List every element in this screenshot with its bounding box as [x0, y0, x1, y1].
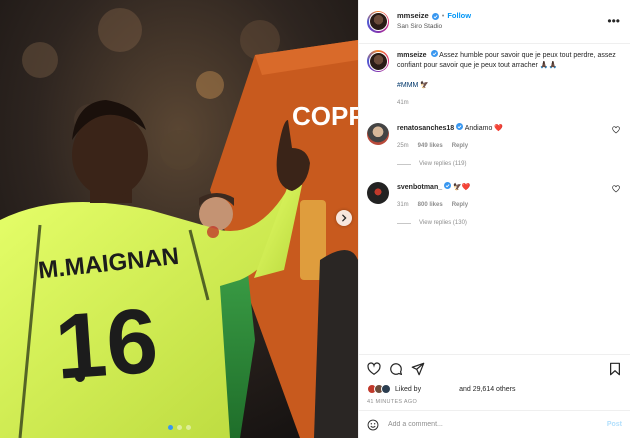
caption-avatar[interactable]	[367, 50, 389, 72]
author-avatar[interactable]	[367, 10, 389, 33]
carousel-dot	[185, 425, 191, 430]
reply-button[interactable]: Reply	[452, 141, 468, 151]
liked-by-label: Liked by	[395, 385, 422, 393]
view-replies-label: View replies (130)	[419, 220, 467, 226]
emoji-icon[interactable]	[367, 419, 379, 431]
comment-time: 31m	[397, 202, 409, 208]
comment-input[interactable]	[388, 421, 588, 428]
bookmark-icon[interactable]	[608, 362, 622, 376]
comment-likes[interactable]: 949 likes	[418, 141, 443, 151]
caption-hashtag[interactable]: #MMM 🦅	[397, 81, 619, 91]
carousel-indicator	[0, 425, 358, 430]
separator: •	[441, 11, 445, 21]
caption-username[interactable]: mmseize	[397, 52, 427, 59]
view-replies-button[interactable]: View replies (119)	[397, 161, 622, 167]
heart-icon[interactable]	[612, 126, 620, 134]
carousel-dot	[167, 425, 173, 430]
like-heart-icon[interactable]	[367, 361, 381, 376]
author-username[interactable]: mmseize	[397, 12, 429, 21]
post-panel: mmseize • Follow San Siro Stadio ••• mms…	[358, 0, 630, 438]
carousel-dot	[176, 425, 182, 430]
action-bar	[359, 354, 630, 382]
verified-badge-icon	[430, 50, 438, 57]
comment-text: 🦅❤️	[453, 184, 471, 191]
jersey-number: 16	[52, 290, 161, 399]
verified-badge-icon	[431, 13, 439, 21]
chevron-right-icon	[342, 214, 347, 222]
reply-button[interactable]: Reply	[452, 200, 468, 210]
commenter-username[interactable]: svenbotman_	[397, 184, 442, 191]
instagram-post: COPPA M.MAIGNAN 16	[0, 0, 630, 438]
view-replies-button[interactable]: View replies (130)	[397, 220, 622, 226]
commenter-username[interactable]: renatosanches18	[397, 125, 454, 132]
post-timestamp: 41 MINUTES AGO	[367, 399, 418, 405]
comment-item: renatosanches18 Andiamo ❤️ 25m 949 likes…	[367, 123, 622, 151]
post-comment-button[interactable]: Post	[607, 421, 622, 428]
comments-section: mmseize Assez humble pour savoir que je …	[359, 44, 630, 354]
follow-button[interactable]: Follow	[447, 12, 471, 21]
view-replies-label: View replies (119)	[419, 161, 467, 167]
post-location[interactable]: San Siro Stadio	[397, 23, 471, 30]
post-header: mmseize • Follow San Siro Stadio •••	[359, 0, 630, 44]
banner-text: COPPA	[292, 101, 358, 131]
post-caption: mmseize Assez humble pour savoir que je …	[367, 50, 622, 108]
heart-icon[interactable]	[612, 185, 620, 193]
liker-avatars[interactable]	[367, 384, 391, 394]
share-icon[interactable]	[411, 362, 425, 376]
commenter-avatar[interactable]	[367, 123, 389, 145]
comment-icon[interactable]	[389, 362, 403, 376]
caption-time: 41m	[397, 100, 409, 106]
next-slide-button[interactable]	[336, 210, 352, 226]
commenter-avatar[interactable]	[367, 182, 389, 204]
comment-likes[interactable]: 800 likes	[418, 200, 443, 210]
likes-count[interactable]: and 29,614 others	[459, 386, 515, 393]
post-photo[interactable]: COPPA M.MAIGNAN 16	[0, 0, 358, 438]
comment-time: 25m	[397, 143, 409, 149]
comment-text: Andiamo ❤️	[464, 125, 504, 132]
verified-badge-icon	[456, 123, 464, 130]
verified-badge-icon	[444, 182, 452, 189]
comment-item: svenbotman_ 🦅❤️ 31m 800 likes Reply	[367, 182, 622, 210]
add-comment-bar: Post	[359, 410, 630, 438]
post-image: COPPA M.MAIGNAN 16	[0, 0, 358, 438]
more-options-icon[interactable]: •••	[607, 15, 620, 27]
likes-summary: Liked by and 29,614 others	[359, 382, 630, 396]
